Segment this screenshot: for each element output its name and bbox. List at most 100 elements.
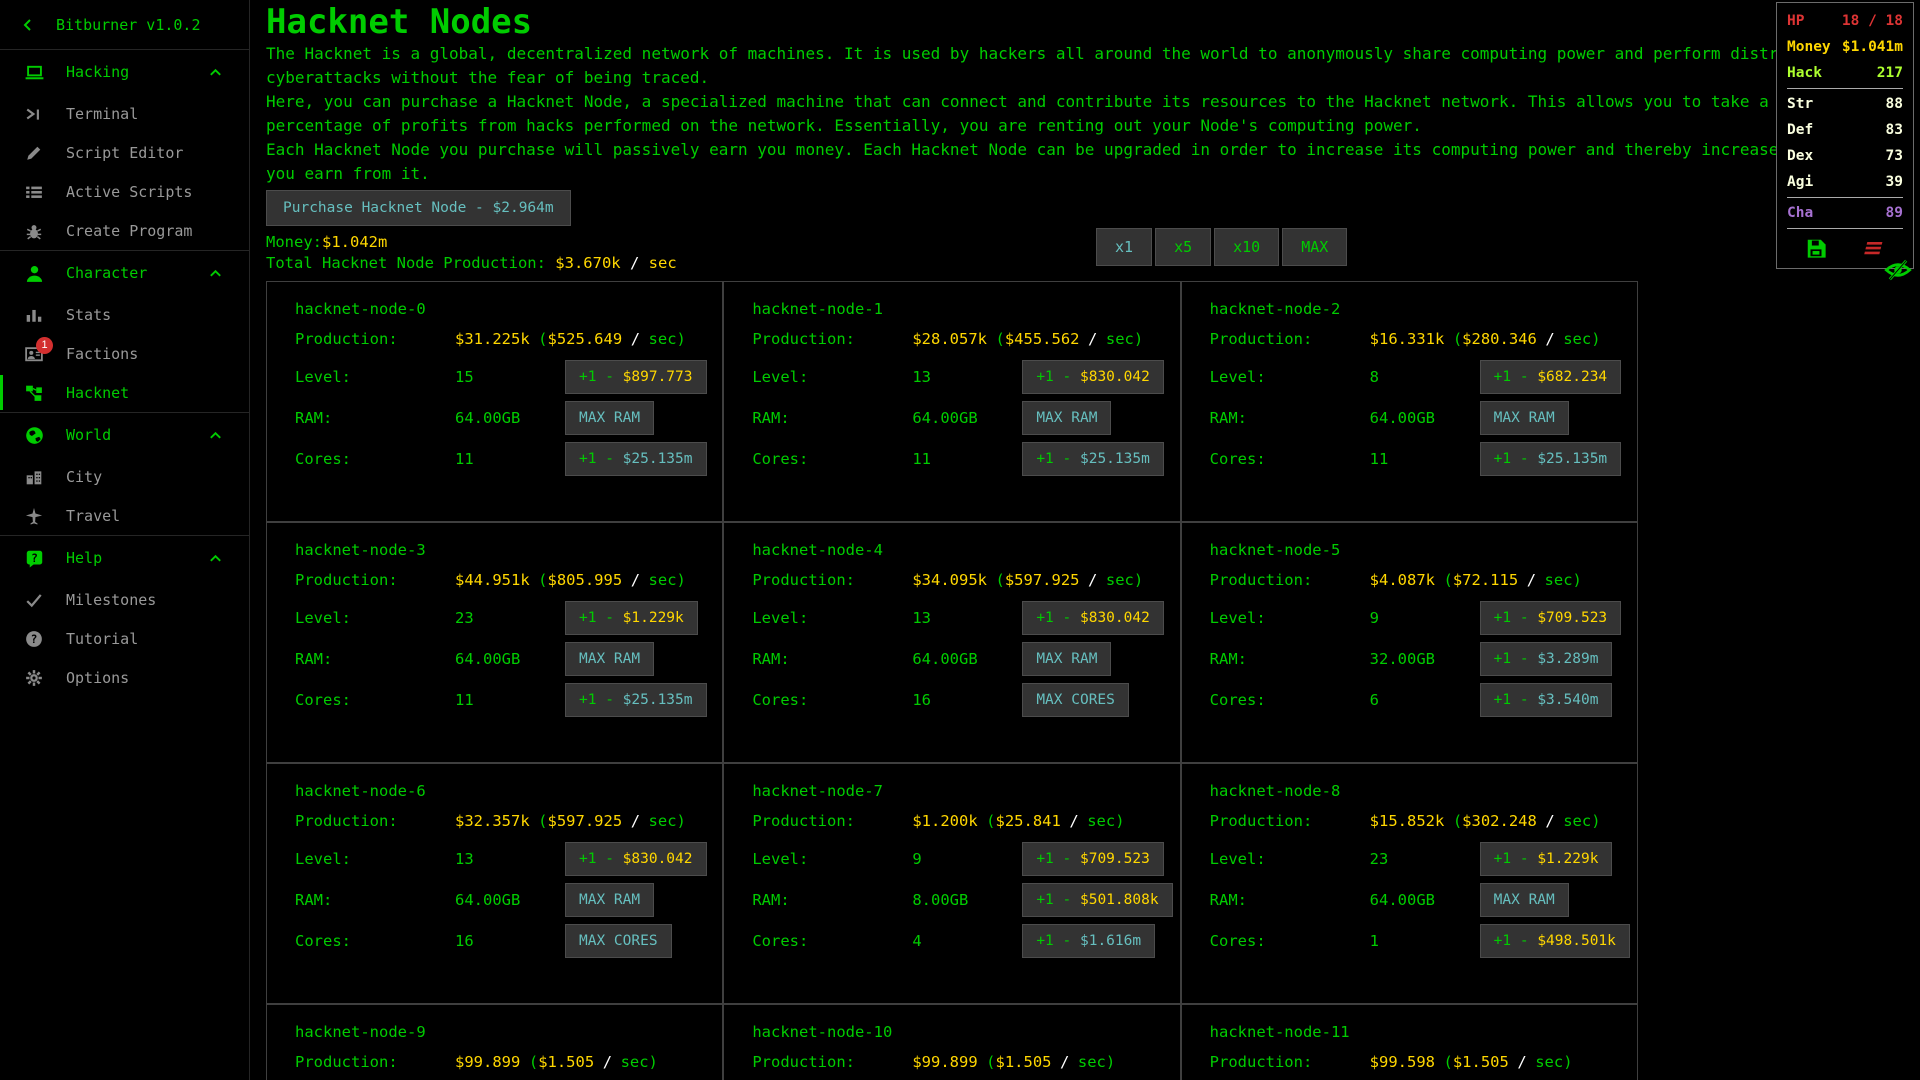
sidebar-item-milestones[interactable]: Milestones [0,580,249,619]
sidebar-item-hacknet[interactable]: Hacknet [0,373,249,412]
overview-money-label: Money [1787,34,1831,60]
multiplier-x10-button[interactable]: x10 [1214,228,1279,266]
hacknet-description: The Hacknet is a global, decentralized n… [266,42,1920,186]
hacknet-node-name: hacknet-node-2 [1210,300,1621,318]
sidebar-item-tutorial[interactable]: ? Tutorial [0,619,249,658]
level-value: 23 [455,609,565,627]
upgrade-level-button[interactable]: +1 - $709.523 [1480,601,1622,635]
upgrade-level-button[interactable]: +1 - $897.773 [565,360,707,394]
money-label: Money: [266,233,322,251]
upgrade-level-button[interactable]: +1 - $682.234 [1480,360,1622,394]
upgrade-level-button[interactable]: +1 - $1.229k [1480,842,1613,876]
sidebar-item-factions[interactable]: 1 Factions [0,334,249,373]
ram-row: RAM: 32.00GB +1 - $3.289m [1210,638,1621,679]
sidebar-item-city[interactable]: City [0,457,249,496]
upgrade-level-button[interactable]: +1 - $830.042 [1022,360,1164,394]
level-row: Level: 8 +1 - $682.234 [1210,356,1621,397]
cores-label: Cores: [752,932,912,950]
pencil-icon [24,143,44,163]
cores-row: Cores: 11 +1 - $25.135m [295,679,706,720]
production-label: Production: [295,571,455,589]
upgrade-ram-button[interactable]: MAX RAM [565,401,654,435]
upgrade-ram-button[interactable]: MAX RAM [1022,642,1111,676]
multiplier-max-button[interactable]: MAX [1282,228,1347,266]
scripts-list-icon [24,182,44,202]
upgrade-cores-button[interactable]: +1 - $25.135m [1022,442,1164,476]
sidebar-item-script-editor[interactable]: Script Editor [0,133,249,172]
bug-icon [24,221,44,241]
production-row: Production: $1.200k($25.841/sec) [752,804,1163,838]
hacknet-grid: hacknet-node-0 Production: $31.225k($525… [266,281,1638,1080]
character-overview-panel: HP 18 / 18 Money $1.041m Hack 217 Str 88… [1776,2,1914,269]
production-value: $15.852k($302.248/sec) [1370,812,1621,830]
money-value: $1.042m [322,233,387,251]
cha-label: Cha [1787,200,1813,226]
cores-label: Cores: [752,691,912,709]
production-row: Production: $16.331k($280.346/sec) [1210,322,1621,356]
sidebar-section-hacking[interactable]: Hacking [0,50,249,94]
level-label: Level: [1210,850,1370,868]
city-buildings-icon [24,467,44,487]
divider [1787,228,1903,229]
collapse-sidebar-button[interactable] [0,15,56,35]
ram-value: 64.00GB [455,409,565,427]
upgrade-ram-button[interactable]: MAX RAM [1480,883,1569,917]
sidebar-section-character[interactable]: Character [0,251,249,295]
upgrade-cores-button[interactable]: +1 - $1.616m [1022,924,1155,958]
cores-label: Cores: [295,691,455,709]
total-production-unit: sec [649,254,677,272]
level-value: 13 [455,850,565,868]
sidebar-item-terminal[interactable]: Terminal [0,94,249,133]
upgrade-level-button[interactable]: +1 - $830.042 [565,842,707,876]
upgrade-ram-button[interactable]: MAX RAM [565,883,654,917]
purchase-hacknet-node-button[interactable]: Purchase Hacknet Node - $2.964m [266,190,571,226]
multiplier-x5-button[interactable]: x5 [1155,228,1211,266]
upgrade-cores-button[interactable]: MAX CORES [1022,683,1129,717]
agi-row: Agi 39 [1787,169,1903,195]
upgrade-ram-button[interactable]: +1 - $501.808k [1022,883,1172,917]
total-production-label: Total Hacknet Node Production: [266,254,555,272]
ram-label: RAM: [1210,409,1370,427]
upgrade-ram-button[interactable]: MAX RAM [1022,401,1111,435]
save-icon[interactable] [1805,237,1827,259]
upgrade-level-button[interactable]: +1 - $830.042 [1022,601,1164,635]
upgrade-cores-button[interactable]: +1 - $25.135m [565,683,707,717]
globe-icon [24,425,44,445]
upgrade-cores-button[interactable]: +1 - $3.540m [1480,683,1613,717]
upgrade-level-button[interactable]: +1 - $1.229k [565,601,698,635]
str-label: Str [1787,91,1813,117]
hacknet-node-name: hacknet-node-5 [1210,541,1621,559]
purchase-multiplier-group: x1 x5 x10 MAX [1096,228,1347,266]
upgrade-ram-button[interactable]: +1 - $3.289m [1480,642,1613,676]
upgrade-ram-button[interactable]: MAX RAM [1480,401,1569,435]
production-value: $16.331k($280.346/sec) [1370,330,1621,348]
sidebar-item-options[interactable]: Options [0,658,249,697]
cores-row: Cores: 6 +1 - $3.540m [1210,679,1621,720]
production-label: Production: [752,1053,912,1071]
upgrade-cores-button[interactable]: MAX CORES [565,924,672,958]
sidebar-section-help[interactable]: ? Help [0,536,249,580]
upgrade-cores-button[interactable]: +1 - $498.501k [1480,924,1630,958]
kill-scripts-icon[interactable] [1863,237,1885,259]
laptop-icon [24,62,44,82]
sidebar-item-active-scripts[interactable]: Active Scripts [0,172,249,211]
agi-value: 39 [1886,169,1903,195]
sidebar-item-create-program[interactable]: Create Program [0,211,249,250]
cores-row: Cores: 11 +1 - $25.135m [1210,438,1621,479]
upgrade-ram-button[interactable]: MAX RAM [565,642,654,676]
production-label: Production: [295,330,455,348]
sidebar-item-stats[interactable]: Stats [0,295,249,334]
ram-label: RAM: [295,409,455,427]
upgrade-cores-button[interactable]: +1 - $25.135m [1480,442,1622,476]
upgrade-level-button[interactable]: +1 - $709.523 [1022,842,1164,876]
ram-row: RAM: 64.00GB MAX RAM [1210,397,1621,438]
production-value: $44.951k($805.995/sec) [455,571,706,589]
visibility-off-icon[interactable] [1884,256,1912,284]
sidebar-section-world[interactable]: World [0,413,249,457]
cores-value: 11 [912,450,1022,468]
multiplier-x1-button[interactable]: x1 [1096,228,1152,266]
cores-label: Cores: [1210,450,1370,468]
level-label: Level: [752,368,912,386]
upgrade-cores-button[interactable]: +1 - $25.135m [565,442,707,476]
sidebar-item-travel[interactable]: Travel [0,496,249,535]
